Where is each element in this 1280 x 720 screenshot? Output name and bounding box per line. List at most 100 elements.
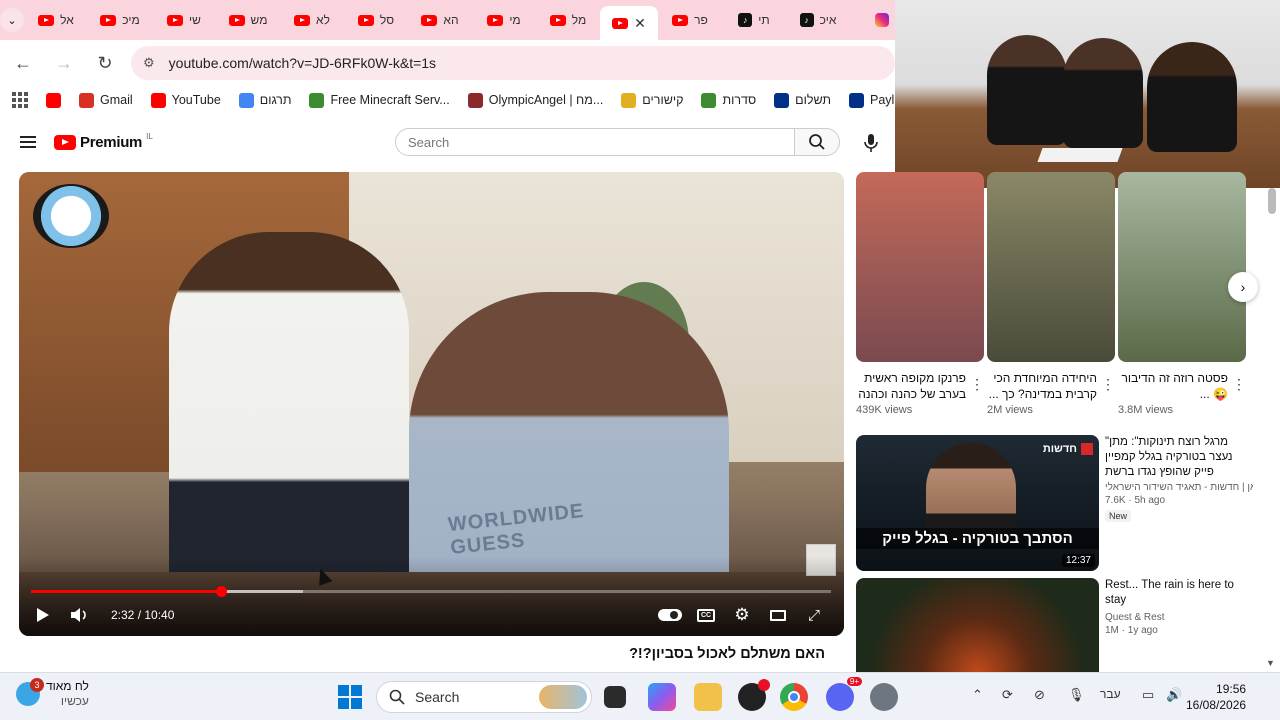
pip-video-overlay[interactable] bbox=[895, 0, 1280, 188]
discord-icon[interactable]: 9+ bbox=[826, 677, 862, 711]
shorts-shelf: פרנקו מקופה ראשית בערב של כהנה וכהנה 439… bbox=[856, 172, 1256, 422]
taskbar-search[interactable]: Search bbox=[376, 681, 592, 713]
short-card[interactable]: היחידה המיוחדת הכי קרבית במדינה? כך ... … bbox=[987, 172, 1115, 416]
file-explorer-icon[interactable] bbox=[694, 683, 722, 711]
tab-label: שי bbox=[189, 13, 201, 27]
progress-bar[interactable] bbox=[31, 586, 831, 597]
video-title[interactable]: Rest... The rain is here to stay bbox=[1105, 578, 1253, 608]
weather-widget[interactable]: 3 לח מאוד עכשיו bbox=[16, 678, 89, 709]
browser-tab[interactable]: סל bbox=[344, 4, 408, 36]
volume-button[interactable] bbox=[61, 600, 97, 630]
site-info-icon[interactable]: ⚙ bbox=[143, 55, 155, 71]
url-field[interactable]: ⚙ youtube.com/watch?v=JD-6RFk0W-k&t=1s bbox=[131, 46, 895, 80]
youtube-icon bbox=[357, 14, 374, 26]
browser-tab[interactable]: הא bbox=[408, 4, 472, 36]
bookmark-item[interactable]: תרגום bbox=[238, 92, 292, 108]
browser-tab[interactable]: מש bbox=[216, 4, 280, 36]
reload-button[interactable]: ↻ bbox=[87, 45, 123, 81]
browser-tab[interactable]: מיכ bbox=[88, 4, 152, 36]
short-title[interactable]: פרנקו מקופה ראשית בערב של כהנה וכהנה bbox=[856, 370, 984, 402]
channel-name[interactable]: כאן | חדשות - תאגיד השידור הישראלי bbox=[1105, 482, 1253, 493]
autoplay-toggle[interactable] bbox=[652, 600, 688, 630]
network-off-icon[interactable]: ⊘ bbox=[1034, 687, 1045, 703]
start-button[interactable] bbox=[338, 685, 362, 709]
theater-button[interactable] bbox=[760, 600, 796, 630]
sync-icon[interactable]: ⟳ bbox=[1002, 687, 1013, 703]
short-card[interactable]: פרנקו מקופה ראשית בערב של כהנה וכהנה 439… bbox=[856, 172, 984, 416]
right-controls: CC ⚙ ⤢ bbox=[652, 600, 832, 630]
browser-tab[interactable]: מי bbox=[472, 4, 536, 36]
more-options-icon[interactable]: ⋮ bbox=[1101, 376, 1115, 393]
bookmark-item[interactable]: Free Minecraft Serv... bbox=[309, 92, 450, 108]
paypal-icon bbox=[849, 92, 864, 108]
shorts-next-button[interactable]: › bbox=[1228, 272, 1258, 302]
clock[interactable]: 19:56 16/08/2026 bbox=[1186, 681, 1246, 713]
chrome-icon[interactable] bbox=[780, 683, 808, 711]
minecraft-icon bbox=[309, 92, 325, 108]
short-title[interactable]: היחידה המיוחדת הכי קרבית במדינה? כך ... bbox=[987, 370, 1115, 402]
bookmark-item[interactable]: קישורים bbox=[621, 92, 683, 108]
browser-tab[interactable]: פר bbox=[658, 4, 722, 36]
tab-list: אל מיכ שי מש לא סל הא מי מל ✕ פר ♪ תי ♪ איכ bbox=[24, 0, 914, 40]
short-thumbnail[interactable] bbox=[856, 172, 984, 362]
browser-tab[interactable]: ✕ bbox=[600, 6, 658, 40]
subtitles-button[interactable]: CC bbox=[688, 600, 724, 630]
apps-grid-icon[interactable] bbox=[12, 92, 28, 108]
recommended-video[interactable]: חדשות הסתבך בטורקיה - בגלל פייק 12:37 "מ… bbox=[856, 435, 1256, 571]
bookmark-item[interactable] bbox=[46, 92, 61, 108]
recommended-video[interactable]: Rest... The rain is here to stay Quest &… bbox=[856, 578, 1256, 672]
short-card[interactable]: פסטה רוזה זה הדיבור 😜 ... 3.8M views ⋮ bbox=[1118, 172, 1246, 416]
monitor-icon[interactable]: ▭ bbox=[1142, 687, 1154, 703]
volume-icon bbox=[71, 608, 86, 622]
app-icon[interactable] bbox=[738, 679, 770, 711]
video-thumbnail[interactable]: חדשות הסתבך בטורקיה - בגלל פייק 12:37 bbox=[856, 435, 1099, 571]
mic-icon[interactable]: 🎙 bbox=[1068, 687, 1085, 703]
video-player[interactable]: WORLDWIDE GUESS 2:32 / 10:40 CC ⚙ ⤢ bbox=[19, 172, 844, 636]
tab-search-button[interactable]: ⌄ bbox=[0, 0, 24, 40]
bookmark-label: תרגום bbox=[259, 93, 292, 107]
bookmark-item[interactable]: YouTube bbox=[150, 92, 221, 108]
page-scrollbar[interactable] bbox=[1268, 188, 1276, 214]
scroll-down-icon[interactable]: ▼ bbox=[1266, 658, 1275, 668]
copilot-icon[interactable] bbox=[648, 683, 676, 711]
browser-tab[interactable]: מל bbox=[536, 4, 600, 36]
bookmark-item[interactable]: Gmail bbox=[79, 92, 133, 108]
scrubber-handle[interactable] bbox=[216, 586, 227, 597]
forward-button[interactable]: → bbox=[46, 45, 82, 81]
more-options-icon[interactable]: ⋮ bbox=[970, 376, 984, 393]
short-thumbnail[interactable] bbox=[1118, 172, 1246, 362]
back-button[interactable]: ← bbox=[5, 45, 41, 81]
bookmark-item[interactable]: תשלום bbox=[774, 92, 831, 108]
bookmark-item[interactable]: Payl bbox=[849, 92, 894, 108]
bookmark-item[interactable]: סדרות bbox=[701, 92, 756, 108]
short-thumbnail[interactable] bbox=[987, 172, 1115, 362]
new-badge: New bbox=[1105, 510, 1132, 522]
more-options-icon[interactable]: ⋮ bbox=[1232, 376, 1246, 393]
browser-tab[interactable]: שי bbox=[152, 4, 216, 36]
browser-tab[interactable]: לא bbox=[280, 4, 344, 36]
language-indicator[interactable]: עבר bbox=[1100, 687, 1121, 701]
channel-name[interactable]: Quest & Rest bbox=[1105, 612, 1253, 623]
menu-icon[interactable] bbox=[20, 136, 36, 148]
short-title[interactable]: פסטה רוזה זה הדיבור 😜 ... bbox=[1118, 370, 1246, 402]
browser-tab[interactable]: ♪ איכ bbox=[786, 4, 850, 36]
search-button[interactable] bbox=[794, 128, 840, 156]
settings-button[interactable]: ⚙ bbox=[724, 600, 760, 630]
video-thumbnail[interactable] bbox=[856, 578, 1099, 672]
voice-search-button[interactable] bbox=[858, 130, 884, 156]
play-button[interactable] bbox=[25, 600, 61, 630]
fullscreen-button[interactable]: ⤢ bbox=[796, 600, 832, 630]
bookmark-item[interactable]: OlympicAngel | מח... bbox=[467, 92, 603, 108]
volume-icon[interactable]: 🔊 bbox=[1166, 687, 1182, 703]
youtube-logo[interactable]: Premium IL bbox=[54, 132, 153, 151]
youtube-icon bbox=[612, 17, 629, 29]
video-title[interactable]: "מרגל רוצח תינוקות": מתן נעצר בטורקיה בג… bbox=[1105, 435, 1253, 480]
task-view-icon[interactable] bbox=[604, 686, 626, 708]
settings-icon[interactable] bbox=[870, 683, 898, 711]
browser-tab[interactable]: אל bbox=[24, 4, 88, 36]
close-tab-icon[interactable]: ✕ bbox=[634, 15, 646, 32]
address-bar: ← → ↻ ⚙ youtube.com/watch?v=JD-6RFk0W-k&… bbox=[0, 40, 895, 86]
show-hidden-icons-icon[interactable]: ⌃ bbox=[972, 687, 983, 703]
browser-tab[interactable]: ♪ תי bbox=[722, 4, 786, 36]
search-input[interactable]: Search bbox=[395, 128, 794, 156]
